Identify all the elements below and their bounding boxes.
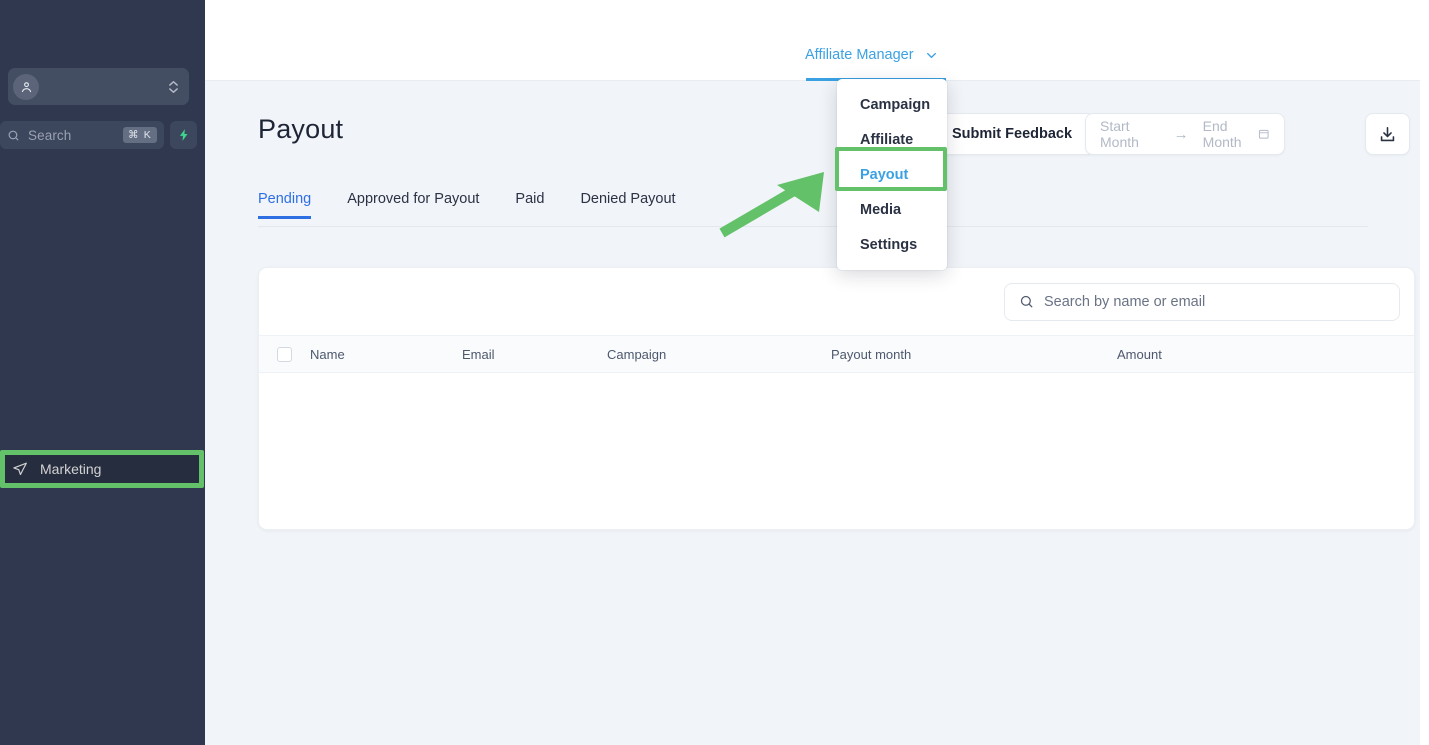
sidebar-item-marketing[interactable]: Marketing (6, 455, 196, 483)
app-root: Search ⌘ K Marketing Affiliate Manager P… (0, 0, 1429, 745)
menu-item-campaign[interactable]: Campaign (837, 87, 947, 122)
chevron-up-down-icon (168, 80, 179, 94)
date-range-picker[interactable]: Start Month → End Month (1085, 113, 1285, 155)
sidebar: Search ⌘ K Marketing (0, 0, 205, 745)
search-input[interactable]: Search ⌘ K (0, 121, 164, 149)
org-selector[interactable] (8, 68, 189, 105)
column-header-amount[interactable]: Amount (1117, 347, 1317, 362)
download-button[interactable] (1365, 113, 1410, 155)
download-icon (1380, 126, 1395, 141)
sidebar-item-marketing-label: Marketing (40, 461, 102, 477)
menu-item-affiliate[interactable]: Affiliate (837, 122, 947, 157)
column-header-name[interactable]: Name (310, 347, 462, 362)
tab-bar: Pending Approved for Payout Paid Denied … (258, 191, 1368, 227)
menu-item-payout[interactable]: Payout (837, 157, 947, 192)
column-header-campaign[interactable]: Campaign (607, 347, 831, 362)
nav-dropdown-label: Affiliate Manager (805, 47, 914, 63)
submit-feedback-button[interactable]: Submit Feedback (929, 113, 1096, 155)
table-search-input[interactable]: Search by name or email (1004, 282, 1400, 321)
payout-table-card: Search by name or email Name Email Campa… (258, 267, 1415, 530)
table-body-empty (259, 373, 1414, 529)
range-arrow-icon: → (1173, 125, 1189, 143)
search-icon (8, 130, 19, 140)
table-toolbar: Search by name or email (259, 268, 1414, 335)
column-header-email[interactable]: Email (462, 347, 607, 362)
tab-denied-payout[interactable]: Denied Payout (580, 191, 675, 218)
menu-item-media[interactable]: Media (837, 192, 947, 227)
right-margin-strip (1420, 0, 1429, 745)
sidebar-search-row: Search ⌘ K (0, 121, 197, 149)
tab-approved-for-payout[interactable]: Approved for Payout (347, 191, 479, 218)
page-title: Payout (258, 114, 344, 144)
user-pin-icon (13, 73, 39, 100)
main-content: Payout Submit Feedback Start Month → End… (205, 81, 1420, 745)
search-shortcut-badge: ⌘ K (122, 126, 157, 144)
menu-item-settings[interactable]: Settings (837, 227, 947, 262)
calendar-icon (1259, 129, 1270, 139)
nav-dropdown-affiliate-manager[interactable]: Affiliate Manager (805, 47, 938, 63)
end-month-placeholder: End Month (1202, 118, 1242, 150)
submit-feedback-label: Submit Feedback (952, 126, 1073, 142)
tab-pending[interactable]: Pending (258, 191, 312, 219)
chevron-down-icon (926, 52, 936, 58)
start-month-placeholder: Start Month (1100, 118, 1139, 150)
search-icon (1020, 295, 1033, 308)
top-bar: Affiliate Manager (205, 0, 1420, 81)
tab-paid[interactable]: Paid (515, 191, 544, 218)
table-search-placeholder: Search by name or email (1044, 293, 1206, 310)
lightning-bolt-icon[interactable] (170, 121, 197, 149)
affiliate-manager-dropdown-menu: Campaign Affiliate Payout Media Settings (837, 79, 947, 270)
select-all-checkbox[interactable] (277, 346, 292, 362)
column-header-payout-month[interactable]: Payout month (831, 347, 1117, 362)
search-placeholder: Search (28, 127, 72, 143)
table-header-row: Name Email Campaign Payout month Amount (259, 335, 1414, 373)
send-icon (13, 462, 27, 476)
select-all-checkbox-cell (259, 346, 310, 362)
